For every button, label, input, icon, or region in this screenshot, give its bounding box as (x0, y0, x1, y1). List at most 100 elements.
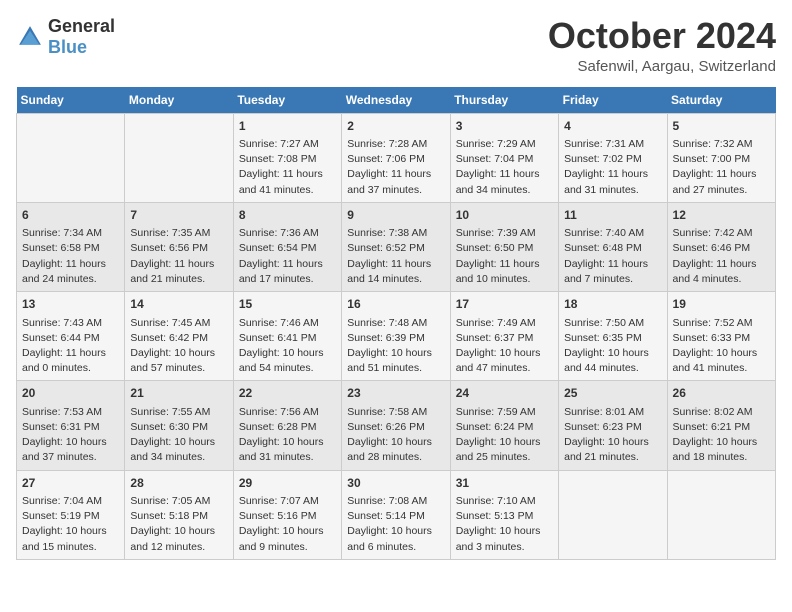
cell-text: Sunrise: 7:32 AM (673, 137, 770, 152)
day-number: 18 (564, 296, 661, 313)
calendar-cell: 23Sunrise: 7:58 AMSunset: 6:26 PMDayligh… (342, 381, 450, 470)
day-number: 2 (347, 118, 444, 135)
cell-text: Sunset: 6:37 PM (456, 331, 553, 346)
cell-text: Daylight: 11 hours and 4 minutes. (673, 257, 770, 287)
cell-text: Daylight: 10 hours and 57 minutes. (130, 346, 227, 376)
cell-text: Sunset: 5:13 PM (456, 509, 553, 524)
calendar-cell: 16Sunrise: 7:48 AMSunset: 6:39 PMDayligh… (342, 292, 450, 381)
calendar-cell: 26Sunrise: 8:02 AMSunset: 6:21 PMDayligh… (667, 381, 775, 470)
logo: General Blue (16, 16, 115, 58)
cell-text: Sunset: 6:28 PM (239, 420, 336, 435)
cell-text: Daylight: 11 hours and 37 minutes. (347, 167, 444, 197)
cell-text: Sunset: 6:31 PM (22, 420, 119, 435)
week-row-1: 1Sunrise: 7:27 AMSunset: 7:08 PMDaylight… (17, 113, 776, 202)
logo-icon (16, 23, 44, 51)
day-header-tuesday: Tuesday (233, 87, 341, 114)
day-number: 28 (130, 475, 227, 492)
day-header-thursday: Thursday (450, 87, 558, 114)
day-number: 5 (673, 118, 770, 135)
cell-text: Sunrise: 7:48 AM (347, 316, 444, 331)
calendar-cell: 11Sunrise: 7:40 AMSunset: 6:48 PMDayligh… (559, 202, 667, 291)
cell-text: Sunset: 6:39 PM (347, 331, 444, 346)
cell-text: Sunset: 5:14 PM (347, 509, 444, 524)
calendar-cell: 21Sunrise: 7:55 AMSunset: 6:30 PMDayligh… (125, 381, 233, 470)
cell-text: Sunrise: 7:36 AM (239, 226, 336, 241)
cell-text: Sunrise: 7:05 AM (130, 494, 227, 509)
cell-text: Sunset: 6:42 PM (130, 331, 227, 346)
cell-text: Sunrise: 8:01 AM (564, 405, 661, 420)
cell-text: Daylight: 11 hours and 14 minutes. (347, 257, 444, 287)
calendar-cell: 17Sunrise: 7:49 AMSunset: 6:37 PMDayligh… (450, 292, 558, 381)
cell-text: Sunrise: 7:04 AM (22, 494, 119, 509)
day-number: 1 (239, 118, 336, 135)
day-number: 14 (130, 296, 227, 313)
cell-text: Sunset: 5:19 PM (22, 509, 119, 524)
cell-text: Sunset: 7:06 PM (347, 152, 444, 167)
cell-text: Daylight: 10 hours and 25 minutes. (456, 435, 553, 465)
day-number: 25 (564, 385, 661, 402)
day-number: 19 (673, 296, 770, 313)
calendar-cell: 29Sunrise: 7:07 AMSunset: 5:16 PMDayligh… (233, 470, 341, 559)
day-number: 11 (564, 207, 661, 224)
day-number: 8 (239, 207, 336, 224)
day-header-sunday: Sunday (17, 87, 125, 114)
day-number: 7 (130, 207, 227, 224)
cell-text: Daylight: 11 hours and 10 minutes. (456, 257, 553, 287)
cell-text: Sunset: 5:16 PM (239, 509, 336, 524)
cell-text: Daylight: 10 hours and 37 minutes. (22, 435, 119, 465)
day-number: 22 (239, 385, 336, 402)
day-number: 23 (347, 385, 444, 402)
cell-text: Sunset: 6:50 PM (456, 241, 553, 256)
cell-text: Sunrise: 7:50 AM (564, 316, 661, 331)
cell-text: Sunset: 6:58 PM (22, 241, 119, 256)
cell-text: Sunrise: 7:42 AM (673, 226, 770, 241)
cell-text: Sunset: 6:46 PM (673, 241, 770, 256)
cell-text: Sunset: 7:02 PM (564, 152, 661, 167)
calendar-cell (17, 113, 125, 202)
cell-text: Daylight: 11 hours and 31 minutes. (564, 167, 661, 197)
cell-text: Sunset: 6:21 PM (673, 420, 770, 435)
cell-text: Daylight: 11 hours and 27 minutes. (673, 167, 770, 197)
cell-text: Sunset: 6:56 PM (130, 241, 227, 256)
cell-text: Sunrise: 7:59 AM (456, 405, 553, 420)
calendar-cell (667, 470, 775, 559)
day-number: 12 (673, 207, 770, 224)
cell-text: Daylight: 10 hours and 34 minutes. (130, 435, 227, 465)
calendar-cell: 4Sunrise: 7:31 AMSunset: 7:02 PMDaylight… (559, 113, 667, 202)
cell-text: Daylight: 10 hours and 18 minutes. (673, 435, 770, 465)
calendar-cell: 18Sunrise: 7:50 AMSunset: 6:35 PMDayligh… (559, 292, 667, 381)
day-header-saturday: Saturday (667, 87, 775, 114)
page-header: General Blue October 2024 Safenwil, Aarg… (16, 16, 776, 75)
cell-text: Daylight: 11 hours and 34 minutes. (456, 167, 553, 197)
calendar-cell: 6Sunrise: 7:34 AMSunset: 6:58 PMDaylight… (17, 202, 125, 291)
calendar-cell: 30Sunrise: 7:08 AMSunset: 5:14 PMDayligh… (342, 470, 450, 559)
calendar-cell: 15Sunrise: 7:46 AMSunset: 6:41 PMDayligh… (233, 292, 341, 381)
day-number: 15 (239, 296, 336, 313)
cell-text: Sunrise: 7:55 AM (130, 405, 227, 420)
day-header-friday: Friday (559, 87, 667, 114)
cell-text: Sunrise: 7:49 AM (456, 316, 553, 331)
calendar-cell: 8Sunrise: 7:36 AMSunset: 6:54 PMDaylight… (233, 202, 341, 291)
logo-general: General (48, 16, 115, 36)
week-row-2: 6Sunrise: 7:34 AMSunset: 6:58 PMDaylight… (17, 202, 776, 291)
day-number: 20 (22, 385, 119, 402)
cell-text: Sunset: 6:52 PM (347, 241, 444, 256)
cell-text: Sunset: 6:30 PM (130, 420, 227, 435)
calendar-cell: 31Sunrise: 7:10 AMSunset: 5:13 PMDayligh… (450, 470, 558, 559)
calendar-table: SundayMondayTuesdayWednesdayThursdayFrid… (16, 87, 776, 560)
cell-text: Sunrise: 7:38 AM (347, 226, 444, 241)
calendar-cell: 13Sunrise: 7:43 AMSunset: 6:44 PMDayligh… (17, 292, 125, 381)
cell-text: Sunset: 6:33 PM (673, 331, 770, 346)
calendar-cell: 3Sunrise: 7:29 AMSunset: 7:04 PMDaylight… (450, 113, 558, 202)
cell-text: Sunset: 6:54 PM (239, 241, 336, 256)
day-number: 6 (22, 207, 119, 224)
cell-text: Sunrise: 7:53 AM (22, 405, 119, 420)
cell-text: Daylight: 10 hours and 15 minutes. (22, 524, 119, 554)
cell-text: Sunset: 7:08 PM (239, 152, 336, 167)
week-row-4: 20Sunrise: 7:53 AMSunset: 6:31 PMDayligh… (17, 381, 776, 470)
cell-text: Daylight: 10 hours and 51 minutes. (347, 346, 444, 376)
day-number: 4 (564, 118, 661, 135)
cell-text: Daylight: 10 hours and 31 minutes. (239, 435, 336, 465)
cell-text: Sunrise: 7:45 AM (130, 316, 227, 331)
calendar-cell: 27Sunrise: 7:04 AMSunset: 5:19 PMDayligh… (17, 470, 125, 559)
